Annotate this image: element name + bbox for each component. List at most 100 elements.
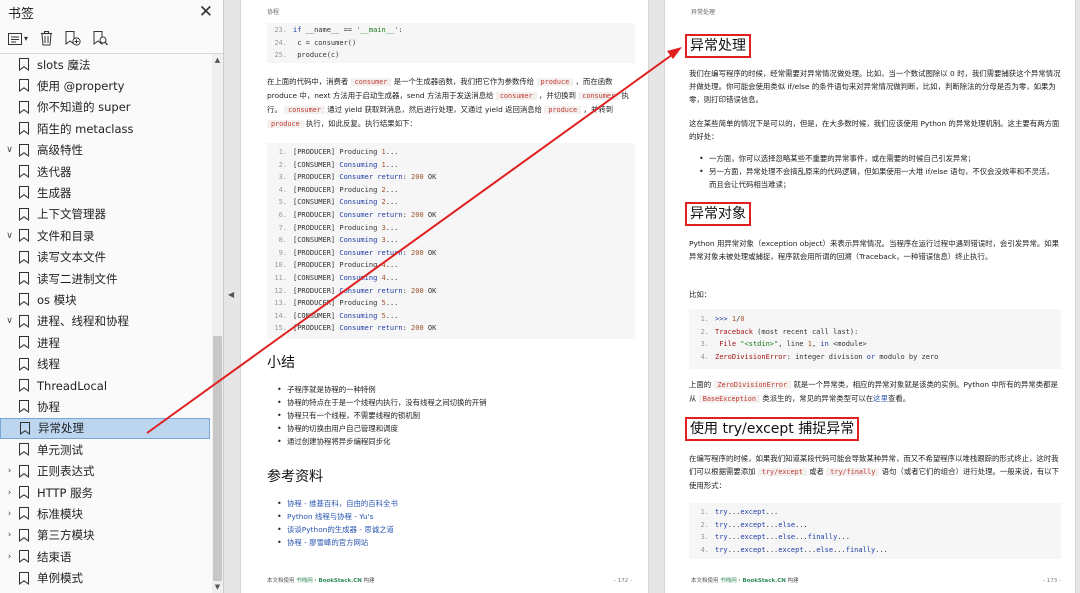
bookmark-label: 协程 bbox=[37, 399, 60, 414]
bookmark-icon bbox=[19, 550, 29, 564]
bookmark-label: 你不知道的 super bbox=[37, 100, 131, 115]
bookmark-item[interactable]: › HTTP 服务 bbox=[0, 482, 210, 503]
summary-item: 协程只有一个线程，不需要线程的锁机制 bbox=[275, 409, 635, 422]
scroll-down-icon[interactable]: ▼ bbox=[212, 581, 223, 593]
bookmark-label: 使用 @property bbox=[37, 78, 125, 93]
code-line: 4. try...except...except...else...finally… bbox=[700, 545, 888, 554]
bookmark-item[interactable]: 单元测试 bbox=[0, 439, 210, 460]
code-block-try-forms: 1. try...except... 2. try...except...else..… bbox=[689, 503, 1061, 559]
code-line: 9. [PRODUCER] Consumer return: 200 OK bbox=[278, 248, 437, 257]
bookmark-icon bbox=[19, 464, 29, 478]
reference-link[interactable]: 协程 - 廖雪峰的官方网站 bbox=[275, 536, 635, 549]
chevron-right-icon[interactable]: › bbox=[4, 466, 15, 476]
paragraph-example: 比如： bbox=[689, 290, 712, 299]
add-bookmark-button[interactable] bbox=[65, 31, 81, 46]
bookmark-icon bbox=[19, 486, 29, 499]
code-line: 23. if __name__ == '__main__': bbox=[274, 26, 403, 34]
bookmark-icon bbox=[19, 443, 29, 457]
bookmark-icon bbox=[19, 165, 29, 178]
collapse-sidebar-icon[interactable]: ◀ bbox=[228, 290, 234, 299]
bookmark-item[interactable]: 协程 bbox=[0, 396, 210, 417]
bookmark-item[interactable]: ∨ 文件和目录 bbox=[0, 225, 210, 246]
bookmark-item[interactable]: ThreadLocal bbox=[0, 375, 210, 396]
bookmark-item[interactable]: 读写二进制文件 bbox=[0, 268, 210, 289]
scroll-up-icon[interactable]: ▲ bbox=[212, 54, 223, 66]
bookmark-label: HTTP 服务 bbox=[37, 485, 94, 500]
bookmark-item[interactable]: 使用 @property bbox=[0, 75, 210, 96]
bookmark-item[interactable]: slots 魔法 bbox=[0, 54, 210, 75]
paragraph-exception-object: Python 用异常对象（exception object）来表示异常情况。当程… bbox=[689, 239, 1060, 261]
running-head: 异常处理 bbox=[691, 9, 716, 16]
bookmark-icon bbox=[19, 293, 29, 307]
chevron-down-icon[interactable]: ∨ bbox=[4, 231, 15, 241]
bookmark-label: 结束语 bbox=[37, 549, 72, 564]
chevron-down-icon[interactable]: ∨ bbox=[4, 145, 15, 155]
code-line: 6. [PRODUCER] Consumer return: 200 OK bbox=[278, 210, 437, 219]
reference-link[interactable]: Python 线程与协程 - Yu's bbox=[275, 510, 635, 523]
bookmark-label: 生成器 bbox=[37, 185, 72, 200]
references-list: 协程 - 维基百科，自由的百科全书Python 线程与协程 - Yu's谈谈Py… bbox=[275, 497, 635, 549]
code-line: 25. produce(c) bbox=[274, 51, 340, 60]
bookmark-item[interactable]: 陌生的 metaclass bbox=[0, 118, 210, 139]
heading-try-except: 使用 try/except 捕捉异常 bbox=[685, 417, 860, 441]
footer-site-link[interactable]: 书栈网 bbox=[720, 578, 737, 584]
reference-link[interactable]: 谈谈Python的生成器 - 思诚之道 bbox=[275, 523, 635, 536]
bookmark-item[interactable]: › 第三方模块 bbox=[0, 525, 210, 546]
chevron-right-icon[interactable]: › bbox=[4, 509, 15, 519]
bookmark-icon bbox=[19, 229, 29, 243]
code-line: 8. [CONSUMER] Consuming 3... bbox=[278, 236, 399, 245]
find-bookmark-button[interactable] bbox=[93, 31, 109, 46]
page-number: - 173 - bbox=[1043, 578, 1061, 584]
bookmark-item[interactable]: ∨ 进程、线程和协程 bbox=[0, 311, 210, 332]
bookmark-label: 文件和目录 bbox=[37, 228, 95, 243]
close-icon[interactable]: ✕ bbox=[199, 3, 213, 21]
bookmark-label: 读写二进制文件 bbox=[37, 271, 118, 286]
code-line: 13. [PRODUCER] Producing 5... bbox=[274, 299, 399, 308]
benefit-item: 另一方面，异常处理不会搞乱原来的代码逻辑，但如果使用一大堆 if/else 语句… bbox=[697, 165, 1061, 191]
chevron-right-icon[interactable]: › bbox=[4, 488, 15, 498]
page-footer: 本文档使用 书栈网 · BookStack.CN 构建 bbox=[691, 578, 799, 584]
chevron-right-icon[interactable]: › bbox=[4, 530, 15, 540]
bookmark-icon bbox=[19, 379, 29, 392]
bookmark-label: 线程 bbox=[37, 357, 60, 372]
bookmark-item[interactable]: › 结束语 bbox=[0, 546, 210, 567]
code-line: 3. File "<stdin>", line 1, in <module> bbox=[700, 340, 867, 349]
bookmark-label: 标准模块 bbox=[37, 506, 83, 521]
code-line: 1. [PRODUCER] Producing 1... bbox=[278, 148, 399, 156]
bookmark-item[interactable]: 线程 bbox=[0, 354, 210, 375]
code-line: 11. [CONSUMER] Consuming 4... bbox=[274, 273, 399, 282]
page-173: 异常处理 异常处理 我们在编写程序的时候，经常需要对异常情况做处理。比如，当一个… bbox=[664, 0, 1076, 593]
bookmark-item[interactable]: 上下文管理器 bbox=[0, 204, 210, 225]
bookmark-label: os 模块 bbox=[37, 292, 77, 307]
bookmark-item[interactable]: 读写文本文件 bbox=[0, 247, 210, 268]
heading-references: 参考资料 bbox=[267, 469, 323, 485]
footer-site-link[interactable]: 书栈网 bbox=[296, 578, 313, 584]
bookmark-label: 正则表达式 bbox=[37, 464, 95, 479]
bookmark-item[interactable]: 进程 bbox=[0, 332, 210, 353]
bookmark-item[interactable]: 你不知道的 super bbox=[0, 97, 210, 118]
bookmark-icon bbox=[19, 250, 29, 264]
heading-exception-handling: 异常处理 bbox=[685, 34, 751, 58]
bookmark-item[interactable]: 迭代器 bbox=[0, 161, 210, 182]
code-line: 10. [PRODUCER] Producing 4... bbox=[274, 261, 399, 270]
bookmarks-title: 书签 bbox=[8, 6, 35, 22]
delete-bookmark-button[interactable] bbox=[40, 31, 53, 46]
bookmark-item[interactable]: 生成器 bbox=[0, 182, 210, 203]
bookmark-item[interactable]: › 正则表达式 bbox=[0, 461, 210, 482]
bookmark-item[interactable]: os 模块 bbox=[0, 289, 210, 310]
trash-icon bbox=[41, 31, 53, 46]
bookmarks-scrollbar[interactable]: ▲ ▼ bbox=[212, 54, 223, 593]
chevron-down-icon[interactable]: ∨ bbox=[4, 316, 15, 326]
options-menu-button[interactable]: ▾ bbox=[8, 32, 28, 45]
reference-link[interactable]: 协程 - 维基百科，自由的百科全书 bbox=[275, 497, 635, 510]
chevron-right-icon[interactable]: › bbox=[4, 552, 15, 562]
paragraph-intro: 我们在编写程序的时候，经常需要对异常情况做处理。比如，当一个数试图除以 0 时，… bbox=[689, 69, 1061, 104]
bookmark-icon bbox=[19, 58, 29, 71]
bookmark-item[interactable]: 异常处理 bbox=[0, 417, 210, 439]
scrollbar-thumb[interactable] bbox=[213, 336, 222, 581]
bookmark-item[interactable]: ∨ 高级特性 bbox=[0, 140, 210, 161]
code-line: 3. try...except...else...finally... bbox=[700, 533, 850, 542]
code-line: 7. [PRODUCER] Producing 3... bbox=[278, 223, 399, 232]
bookmark-item[interactable]: › 标准模块 bbox=[0, 503, 210, 524]
bookmark-item[interactable]: 单例模式 bbox=[0, 568, 210, 589]
